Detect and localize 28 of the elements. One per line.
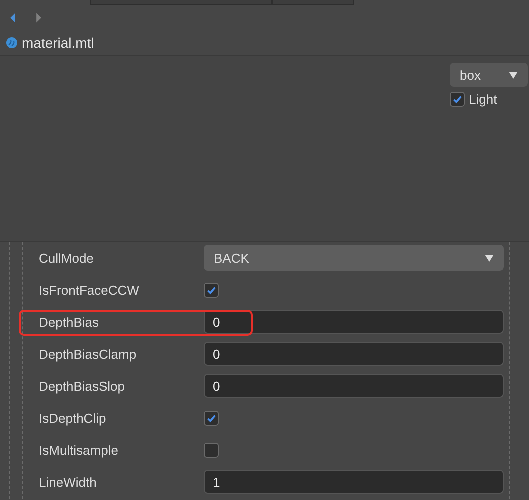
light-checkbox[interactable] [450, 92, 465, 107]
property-checkbox[interactable] [204, 282, 219, 298]
forward-icon[interactable] [35, 12, 43, 24]
property-label: IsFrontFaceCCW [38, 282, 140, 298]
property-label: DepthBias [38, 314, 100, 330]
property-input[interactable]: 0 [204, 374, 504, 398]
property-input[interactable]: 0 [204, 310, 504, 334]
property-label: LineWidth [38, 474, 98, 490]
back-icon[interactable] [9, 12, 17, 24]
light-label: Light [469, 92, 498, 107]
property-label: IsDepthClip [38, 410, 108, 426]
material-icon [6, 37, 18, 49]
checkmark-icon [452, 94, 463, 105]
caret-icon [485, 254, 494, 262]
property-input[interactable]: 1 [204, 470, 504, 494]
mesh-dropdown[interactable]: box [450, 63, 528, 87]
checkmark-icon [206, 284, 217, 296]
cull-mode-dropdown[interactable]: BACK [204, 245, 504, 271]
caret-icon [509, 72, 518, 78]
property-input[interactable]: 0 [204, 342, 504, 366]
file-name: material.mtl [22, 35, 94, 51]
property-checkbox[interactable] [204, 410, 219, 426]
property-label: CullMode [38, 250, 95, 266]
property-label: DepthBiasClamp [38, 346, 138, 362]
property-label: DepthBiasSlop [38, 378, 126, 394]
property-label: IsMultisample [38, 442, 120, 458]
property-checkbox[interactable] [204, 442, 219, 458]
checkmark-icon [206, 412, 217, 424]
